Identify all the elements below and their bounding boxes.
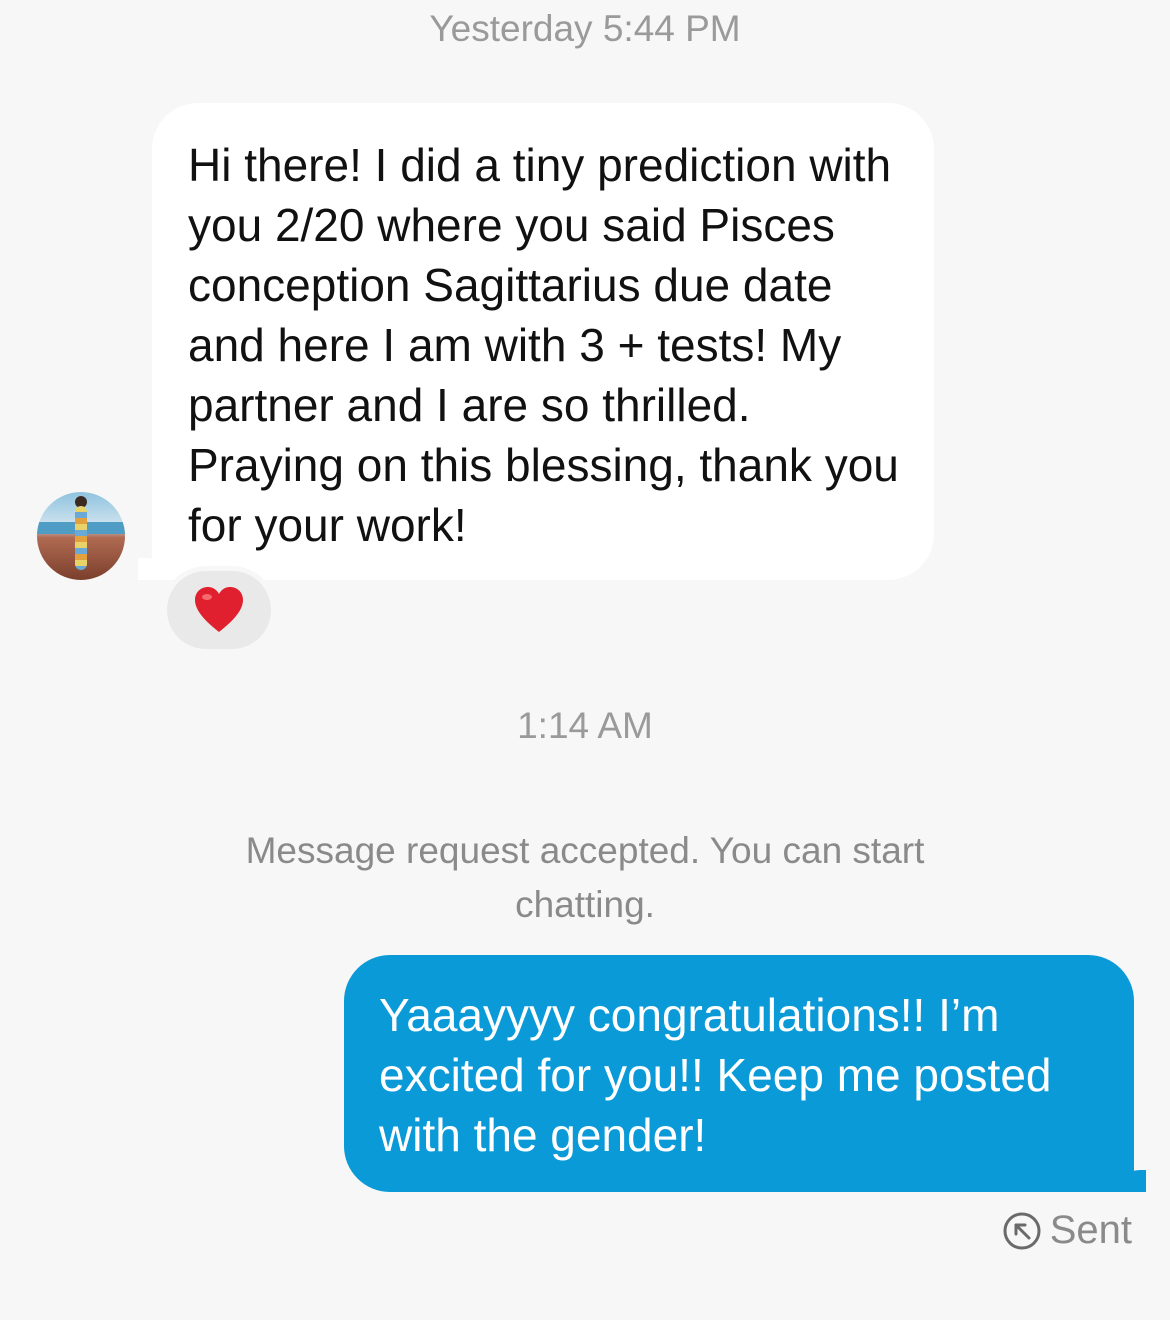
avatar-figure xyxy=(75,506,87,570)
sender-avatar[interactable] xyxy=(37,492,125,580)
outgoing-message-bubble[interactable]: Yaaayyyy congratulations!! I’m excited f… xyxy=(344,955,1146,1192)
timestamp-yesterday: Yesterday 5:44 PM xyxy=(429,8,741,49)
delivery-status: Sent xyxy=(1002,1208,1132,1253)
timestamp-today: 1:14 AM xyxy=(517,705,653,746)
heart-reaction[interactable] xyxy=(162,566,276,654)
outgoing-bubble-tail xyxy=(1118,1170,1146,1192)
sent-arrow-circle-icon xyxy=(1003,1212,1041,1249)
message-request-note: Message request accepted. You can start … xyxy=(245,830,925,925)
heart-icon xyxy=(195,587,243,632)
incoming-bubble-tail xyxy=(138,558,168,580)
incoming-message-bubble[interactable]: Hi there! I did a tiny prediction with y… xyxy=(138,103,934,580)
incoming-message-text: Hi there! I did a tiny prediction with y… xyxy=(188,139,899,551)
sent-label: Sent xyxy=(1049,1208,1132,1252)
chat-screen: Yesterday 5:44 PM Hi there! I did a tiny… xyxy=(0,0,1170,1320)
outgoing-message-text: Yaaayyyy congratulations!! I’m excited f… xyxy=(379,989,1052,1161)
